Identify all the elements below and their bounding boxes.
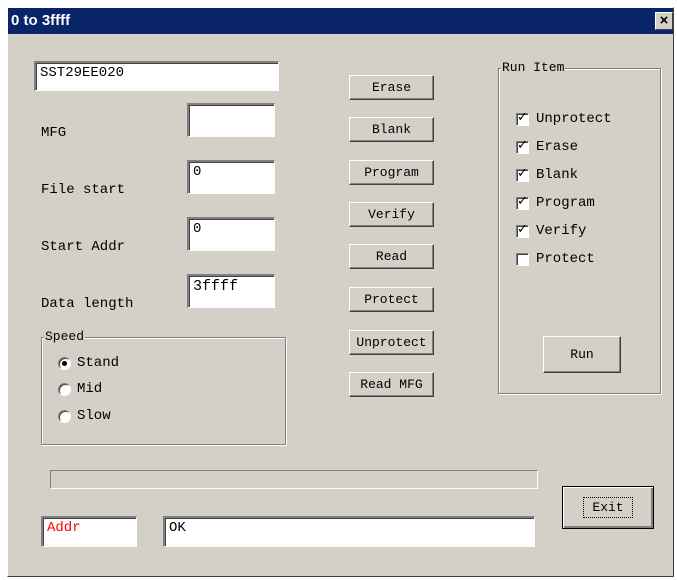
data-length-field[interactable]: 3ffff [187,274,275,308]
device-name-value: SST29EE020 [40,65,125,81]
verify-button[interactable]: Verify [349,202,434,227]
speed-option-label: Stand [77,355,120,371]
run-item-label: Erase [536,139,579,155]
status-message-field: OK [163,516,535,547]
speed-group-title: Speed [44,329,86,344]
data-length-label: Data length [41,296,134,312]
addr-label: Addr [47,520,81,536]
title-bar: 0 to 3ffff × [8,8,673,34]
run-item-unprotect[interactable]: ✓ Unprotect [516,109,612,127]
addr-field: Addr [41,516,137,547]
checkbox-unprotect[interactable]: ✓ [516,109,529,126]
run-item-label: Protect [536,251,595,267]
check-icon: ✓ [517,193,528,209]
unprotect-button[interactable]: Unprotect [349,330,434,355]
exit-button[interactable]: Exit [562,486,654,529]
run-item-erase[interactable]: ✓ Erase [516,137,579,155]
close-button[interactable]: × [655,12,673,30]
speed-group: Speed Stand Mid Slow [41,329,286,445]
exit-button-label: Exit [583,497,633,518]
run-item-blank[interactable]: ✓ Blank [516,165,579,183]
speed-option-slow[interactable]: Slow [58,408,111,424]
progress-bar [50,470,538,489]
run-item-program[interactable]: ✓ Program [516,193,595,211]
run-item-label: Verify [536,223,587,239]
run-item-label: Blank [536,167,579,183]
file-start-label: File start [41,182,126,198]
radio-stand[interactable] [58,356,71,370]
data-length-value: 3ffff [193,278,239,295]
speed-option-mid[interactable]: Mid [58,381,102,397]
device-name-field[interactable]: SST29EE020 [34,61,279,91]
checkbox-erase[interactable]: ✓ [516,137,529,154]
file-start-value: 0 [193,164,202,180]
radio-slow[interactable] [58,409,71,423]
close-icon: × [659,12,669,29]
file-start-field[interactable]: 0 [187,160,275,194]
run-item-label: Unprotect [536,111,612,127]
check-icon: ✓ [517,165,528,181]
status-message: OK [169,520,186,536]
protect-button[interactable]: Protect [349,287,434,312]
speed-option-label: Mid [77,381,103,397]
check-icon: ✓ [517,137,528,153]
mfg-label: MFG [41,125,67,141]
blank-button[interactable]: Blank [349,117,434,142]
checkbox-verify[interactable]: ✓ [516,221,529,238]
checkbox-blank[interactable]: ✓ [516,165,529,182]
start-addr-value: 0 [193,221,202,237]
run-item-protect[interactable]: Protect [516,251,595,267]
run-button[interactable]: Run [543,336,621,373]
speed-option-label: Slow [77,408,111,424]
checkbox-program[interactable]: ✓ [516,193,529,210]
checkbox-protect[interactable] [516,252,529,266]
speed-option-stand[interactable]: Stand [58,355,119,371]
run-item-verify[interactable]: ✓ Verify [516,221,587,239]
check-icon: ✓ [517,109,528,125]
check-icon: ✓ [517,221,528,237]
main-window: 0 to 3ffff × SST29EE020 MFG File start S… [7,7,674,577]
run-item-group-title: Run Item [501,60,566,75]
run-item-label: Program [536,195,595,211]
run-item-group: Run Item ✓ Unprotect ✓ Erase ✓ Blank ✓ P… [498,60,661,394]
read-button[interactable]: Read [349,244,434,269]
radio-mid[interactable] [58,382,71,396]
read-mfg-button[interactable]: Read MFG [349,372,434,397]
erase-button[interactable]: Erase [349,75,434,100]
start-addr-label: Start Addr [41,239,126,255]
mfg-field[interactable] [187,103,275,137]
window-title: 0 to 3ffff [11,12,71,29]
program-button[interactable]: Program [349,160,434,185]
start-addr-field[interactable]: 0 [187,217,275,251]
radio-selected-dot [62,360,67,366]
